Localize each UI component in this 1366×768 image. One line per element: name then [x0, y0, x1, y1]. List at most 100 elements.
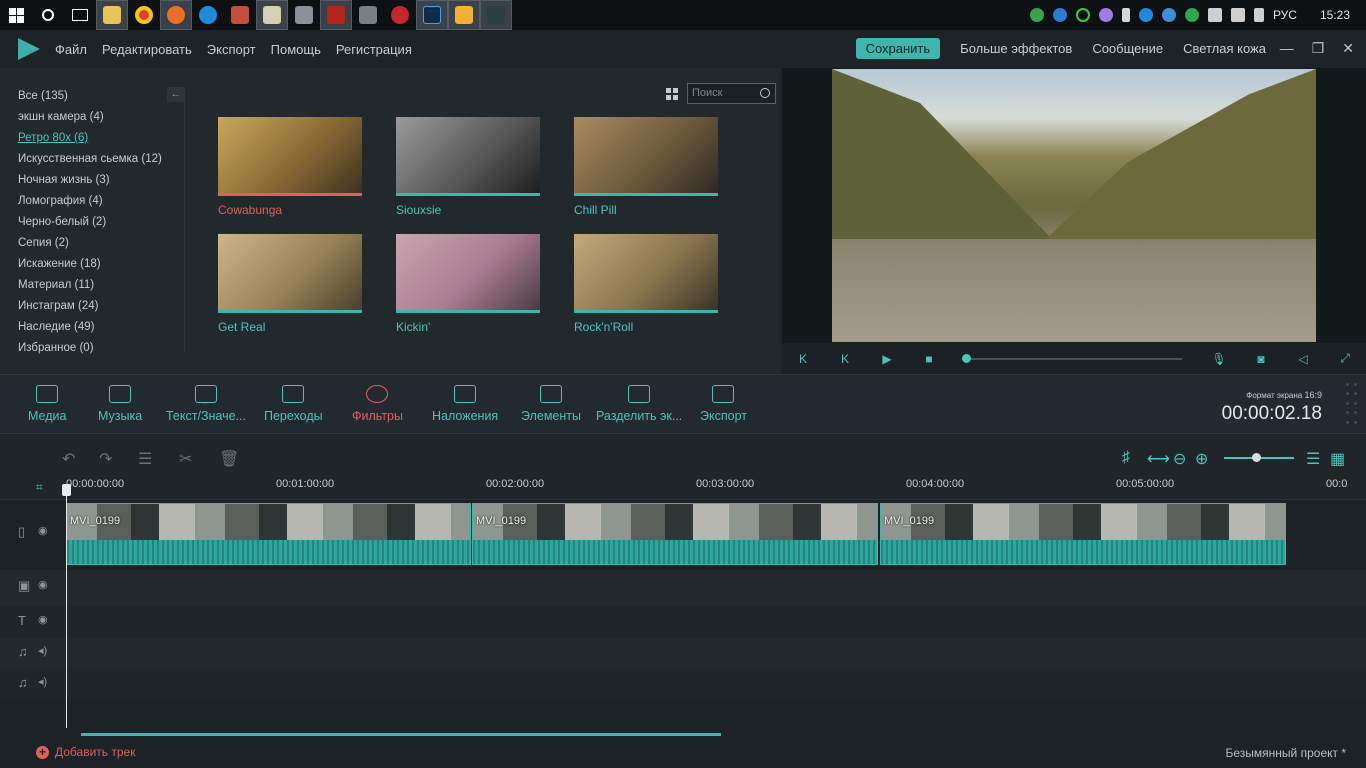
zoom-slider-handle[interactable] — [1252, 453, 1261, 462]
menu-help[interactable]: Помощь — [271, 42, 321, 57]
filter-thumbnail[interactable]: Chill Pill — [574, 117, 718, 217]
filter-thumbnail[interactable]: Cowabunga — [218, 117, 362, 217]
delete-icon[interactable]: 🗑 — [219, 449, 239, 469]
text-track[interactable]: T ◉ — [0, 606, 1366, 638]
tool-export[interactable]: Экспорт — [700, 385, 747, 423]
tool-icon[interactable] — [352, 0, 384, 30]
cut-icon[interactable]: ✂ — [179, 449, 192, 469]
category-item[interactable]: Искусственная сьемка (12) — [18, 149, 178, 170]
photoshop-icon[interactable] — [416, 0, 448, 30]
filter-thumbnail[interactable]: Rock'n'Roll — [574, 234, 718, 334]
image-app-icon[interactable] — [224, 0, 256, 30]
tray-app-icon[interactable] — [1161, 8, 1176, 22]
search-icon[interactable] — [760, 88, 770, 98]
category-item[interactable]: Ночная жизнь (3) — [18, 170, 178, 191]
seek-bar[interactable] — [962, 353, 1182, 363]
save-button[interactable]: Сохранить — [855, 38, 941, 59]
overlay-track[interactable]: ▣ ◉ — [0, 570, 1366, 606]
audio-track[interactable]: ♫ ◂) — [0, 669, 1366, 700]
filezilla-icon[interactable] — [320, 0, 352, 30]
filmora-taskbar-icon[interactable] — [480, 0, 512, 30]
speaker-icon[interactable]: ◂) — [38, 644, 47, 657]
wifi-icon[interactable] — [1230, 8, 1245, 22]
category-item[interactable]: Инстаграм (24) — [18, 296, 178, 317]
grid-view-icon[interactable]: ▦ — [1330, 449, 1345, 469]
visibility-eye-icon[interactable]: ◉ — [38, 524, 48, 537]
microphone-icon[interactable]: 🎙 — [1198, 352, 1240, 366]
menu-edit[interactable]: Редактировать — [102, 42, 192, 57]
tray-app-icon[interactable] — [1029, 8, 1044, 22]
maximize-icon[interactable]: ❐ — [1312, 40, 1325, 57]
tool-media[interactable]: Медиа — [28, 385, 66, 423]
tray-app-icon[interactable] — [1098, 8, 1113, 22]
category-item[interactable]: Черно-белый (2) — [18, 212, 178, 233]
menu-register[interactable]: Регистрация — [336, 42, 412, 57]
tool-elements[interactable]: Элементы — [521, 385, 581, 423]
drag-handle-icon[interactable] — [1346, 383, 1358, 427]
stop-icon[interactable]: ■ — [908, 352, 950, 366]
zoom-in-icon[interactable]: ⊕ — [1195, 449, 1208, 469]
tool-music[interactable]: Музыка — [98, 385, 142, 423]
firefox-icon[interactable] — [160, 0, 192, 30]
menu-export[interactable]: Экспорт — [207, 42, 256, 57]
list-view-icon[interactable]: ☰ — [1306, 449, 1320, 469]
tool-text[interactable]: Текст/Значе... — [166, 385, 246, 423]
file-explorer-icon[interactable] — [96, 0, 128, 30]
task-view-icon[interactable] — [64, 0, 96, 30]
category-item[interactable]: Наследие (49) — [18, 317, 178, 338]
audio-mixer-icon[interactable]: ♯ — [1122, 449, 1130, 467]
audio-track[interactable]: ♫ ◂) — [0, 638, 1366, 669]
video-clip[interactable]: MVI_0199 — [472, 503, 878, 565]
search-icon[interactable] — [32, 0, 64, 30]
category-item[interactable]: экшн камера (4) — [18, 107, 178, 128]
whatsapp-icon[interactable] — [1184, 8, 1199, 22]
category-item[interactable]: Искажение (18) — [18, 254, 178, 275]
media-player-icon[interactable] — [448, 0, 480, 30]
teamviewer-icon[interactable] — [192, 0, 224, 30]
playhead[interactable] — [66, 486, 67, 728]
filter-thumbnail[interactable]: Kickin' — [396, 234, 540, 334]
timeline-ruler[interactable]: ⌗ 00:00:00:00 00:01:00:00 00:02:00:00 00… — [0, 478, 1366, 500]
zoom-out-icon[interactable]: ⊖ — [1173, 449, 1186, 469]
visibility-eye-icon[interactable]: ◉ — [38, 613, 48, 626]
volume-icon[interactable] — [1253, 8, 1264, 22]
video-clip[interactable]: MVI_0199 — [66, 503, 471, 565]
tool-filters[interactable]: Фильтры — [352, 385, 403, 423]
teamviewer-tray-icon[interactable] — [1138, 8, 1153, 22]
filter-thumbnail[interactable]: Siouxsie — [396, 117, 540, 217]
network-icon[interactable] — [1207, 8, 1222, 22]
prev-frame-icon[interactable]: K — [782, 352, 824, 366]
tray-app-icon[interactable] — [1052, 8, 1067, 22]
undo-icon[interactable]: ↶ — [62, 449, 75, 469]
windows-start-icon[interactable] — [0, 0, 32, 30]
fit-timeline-icon[interactable]: ⟷ — [1147, 449, 1170, 469]
tool-overlays[interactable]: Наложения — [432, 385, 498, 423]
video-clip[interactable]: MVI_0199 — [880, 503, 1286, 565]
more-effects-link[interactable]: Больше эффектов — [960, 41, 1072, 56]
volume-icon[interactable]: ◁ — [1282, 352, 1324, 366]
play-icon[interactable]: ▶ — [866, 352, 908, 366]
message-link[interactable]: Сообщение — [1092, 41, 1163, 56]
category-item[interactable]: Ломография (4) — [18, 191, 178, 212]
snap-icon[interactable]: ⌗ — [36, 480, 43, 495]
category-item[interactable]: Сепия (2) — [18, 233, 178, 254]
filter-thumbnail[interactable]: Get Real — [218, 234, 362, 334]
add-track-button[interactable]: + Добавить трек — [36, 745, 135, 759]
category-item[interactable]: Все (135) — [18, 86, 178, 107]
clock[interactable]: 15:23 — [1320, 8, 1350, 22]
speaker-icon[interactable]: ◂) — [38, 675, 47, 688]
usb-icon[interactable] — [1121, 8, 1130, 22]
tool-transitions[interactable]: Переходы — [264, 385, 323, 423]
close-icon[interactable]: ✕ — [1342, 40, 1354, 57]
seek-handle[interactable] — [962, 353, 971, 363]
language-indicator[interactable]: РУС — [1273, 8, 1297, 22]
next-frame-icon[interactable]: K — [824, 352, 866, 366]
menu-file[interactable]: Файл — [55, 42, 87, 57]
redo-icon[interactable]: ↷ — [99, 449, 112, 469]
snapshot-camera-icon[interactable]: ◙ — [1240, 352, 1282, 366]
tool-split-screen[interactable]: Разделить эк... — [596, 385, 682, 423]
notepad-icon[interactable] — [256, 0, 288, 30]
fullscreen-icon[interactable]: ⤢ — [1324, 351, 1366, 366]
adjust-icon[interactable]: ☰ — [138, 449, 152, 469]
minimize-icon[interactable]: — — [1280, 40, 1294, 57]
